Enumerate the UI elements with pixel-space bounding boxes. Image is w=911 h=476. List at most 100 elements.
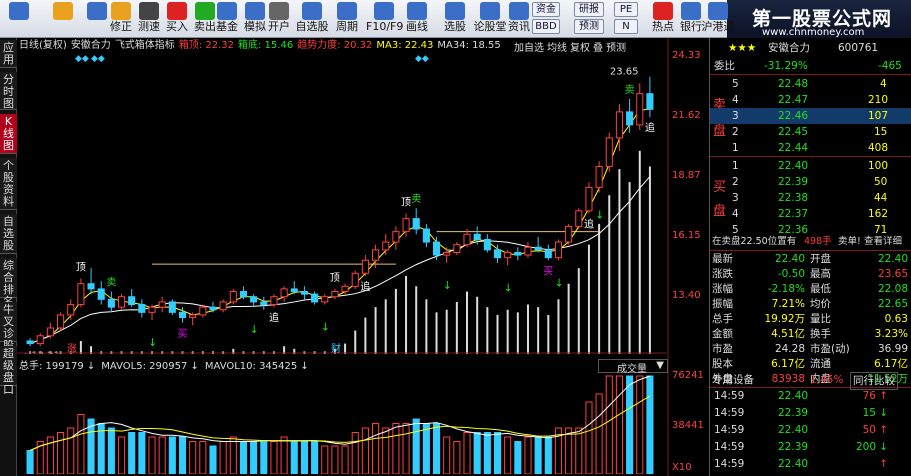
left-tab-0[interactable]: 应用 <box>0 40 17 68</box>
candle-body <box>605 137 613 168</box>
volume-bar <box>615 375 623 474</box>
hk-connect-button[interactable]: 沪港通 <box>700 2 736 36</box>
kline-chart: 顶顶顶卖卖卖买买追追追追↓↓↓↓↓↓↓23.65←13.21涨财◆◆◆◆◆◆ <box>17 54 667 354</box>
toolbar-small-button-2[interactable]: 研报 <box>574 2 604 17</box>
lock-button[interactable]: 开户 <box>264 2 294 36</box>
candle-body <box>87 283 95 290</box>
stat-value: -2.18% <box>767 283 805 295</box>
left-tab-7[interactable]: 超级盘口 <box>0 346 17 396</box>
forum-icon <box>480 2 500 20</box>
signal-marker: 买 <box>543 265 553 277</box>
toolbar-small-button-1[interactable]: BBD <box>532 19 560 34</box>
candle-body <box>646 93 654 110</box>
candle-body <box>219 301 227 311</box>
ask-row: 2 22.45 15 <box>710 124 911 140</box>
stat-label: 金额 <box>712 328 733 340</box>
tick-volume: 200 <box>855 441 876 453</box>
down-arrow-marker: ↓ <box>595 209 604 222</box>
arrows-updown-icon <box>87 2 107 20</box>
candle-body <box>321 296 329 303</box>
left-tab-6[interactable]: 牛叉诊股 <box>0 302 17 352</box>
volume-bar <box>138 432 146 474</box>
stat-value: 6.17亿 <box>874 358 908 370</box>
indicator-item-0: 日线(复权) <box>19 40 67 51</box>
toolbar-small-button-5[interactable]: N <box>614 19 638 34</box>
view-detail-link[interactable]: 查看详细 <box>864 234 902 250</box>
stat-row: 市盈 24.28 市盈(动) 36.99 <box>710 341 911 357</box>
candle-body <box>636 93 644 126</box>
f10-button[interactable]: F10/F9 <box>366 2 403 36</box>
grid-button[interactable] <box>4 2 34 36</box>
hot-button[interactable]: 热点 <box>648 2 678 36</box>
candle-body <box>412 218 420 230</box>
clock-icon <box>139 2 159 20</box>
candle-body <box>138 304 146 313</box>
candle-body <box>199 306 207 316</box>
clock-cycle-button[interactable]: 周期 <box>332 2 362 36</box>
candle-body <box>331 291 339 298</box>
toolbar-label: 画线 <box>406 20 428 33</box>
bid-price: 22.38 <box>778 192 809 204</box>
toolbar-small-button-3[interactable]: 预测 <box>574 19 604 34</box>
weibi-row: 委比 -31.29% -465 <box>710 58 911 74</box>
bid-volume: 162 <box>868 208 889 220</box>
candle-body <box>392 231 400 243</box>
tick-price: 22.40 <box>778 458 809 470</box>
stock-code: 600761 <box>838 42 879 54</box>
volume-tick-label: 76241 <box>672 370 704 381</box>
money-icon <box>245 2 265 20</box>
volume-bar <box>117 436 126 474</box>
volume-bar <box>453 441 461 474</box>
tick-time: 14:59 <box>714 458 745 470</box>
diamond-marker: ◆◆ <box>91 54 105 64</box>
y-tick-label: 24.33 <box>672 50 701 61</box>
toolbar-small-button-4[interactable]: PE <box>614 2 638 17</box>
candle-body <box>229 291 237 303</box>
pick-stock-button[interactable]: 选股 <box>440 2 470 36</box>
candle-body <box>544 249 552 259</box>
left-tab-3[interactable]: 个股资料 <box>0 158 17 210</box>
volume-bar <box>372 423 380 474</box>
candle-body <box>148 306 156 313</box>
volume-tick-label: 38441 <box>672 420 704 431</box>
left-tab-5[interactable]: 综合排名 <box>0 258 17 308</box>
arrow-down-icon: ↓ <box>879 441 888 453</box>
candle-body <box>575 210 583 227</box>
candle-body <box>402 218 410 233</box>
volume-selector-button[interactable]: 成交量 ▼ <box>598 359 668 375</box>
smiley-button[interactable]: 修正 <box>106 2 136 36</box>
stock-list-button[interactable]: 自选股 <box>294 2 330 36</box>
buy-button[interactable]: 买入 <box>162 2 192 36</box>
clock-button[interactable]: 测速 <box>134 2 164 36</box>
draw-line-button[interactable]: 画线 <box>402 2 432 36</box>
fund-button[interactable]: 基金 <box>212 2 242 36</box>
left-tab-2[interactable]: K线图 <box>0 114 17 154</box>
ask-volume: 408 <box>868 142 889 154</box>
arrow-up-icon: ↑ <box>879 424 888 436</box>
candle-body <box>534 246 542 251</box>
down-arrow-marker: ↓ <box>554 276 563 289</box>
volume-bar <box>341 445 349 474</box>
left-tab-4[interactable]: 自选股 <box>0 214 17 254</box>
price-axis: 24.33 21.62 18.87 16.15 13.40 76241 38441 X10 <box>667 38 704 476</box>
volume-bar <box>412 418 420 474</box>
ask-price: 22.48 <box>778 78 809 90</box>
bid-level: 2 <box>732 176 739 188</box>
volume-bar <box>189 441 197 474</box>
news-button[interactable]: 资讯 <box>504 2 534 36</box>
smiley-icon <box>111 2 131 20</box>
arrow-left-button[interactable] <box>48 2 78 36</box>
indicator-item-5: 趋势力度: 20.32 <box>297 40 373 51</box>
candle-body <box>463 233 471 246</box>
volume-bar <box>493 432 502 474</box>
forum-button[interactable]: 论股堂 <box>472 2 508 36</box>
bid-volume: 50 <box>874 176 888 188</box>
stat-label: 最新 <box>712 253 733 265</box>
candle-body <box>270 296 278 306</box>
volume-chart <box>26 375 654 474</box>
ask-volume: 15 <box>874 126 888 138</box>
left-tab-1[interactable]: 分时图 <box>0 72 17 110</box>
stat-label: 股本 <box>712 358 733 370</box>
stat-value: 4.51亿 <box>771 328 805 340</box>
toolbar-small-button-0[interactable]: 资金 <box>532 2 560 17</box>
